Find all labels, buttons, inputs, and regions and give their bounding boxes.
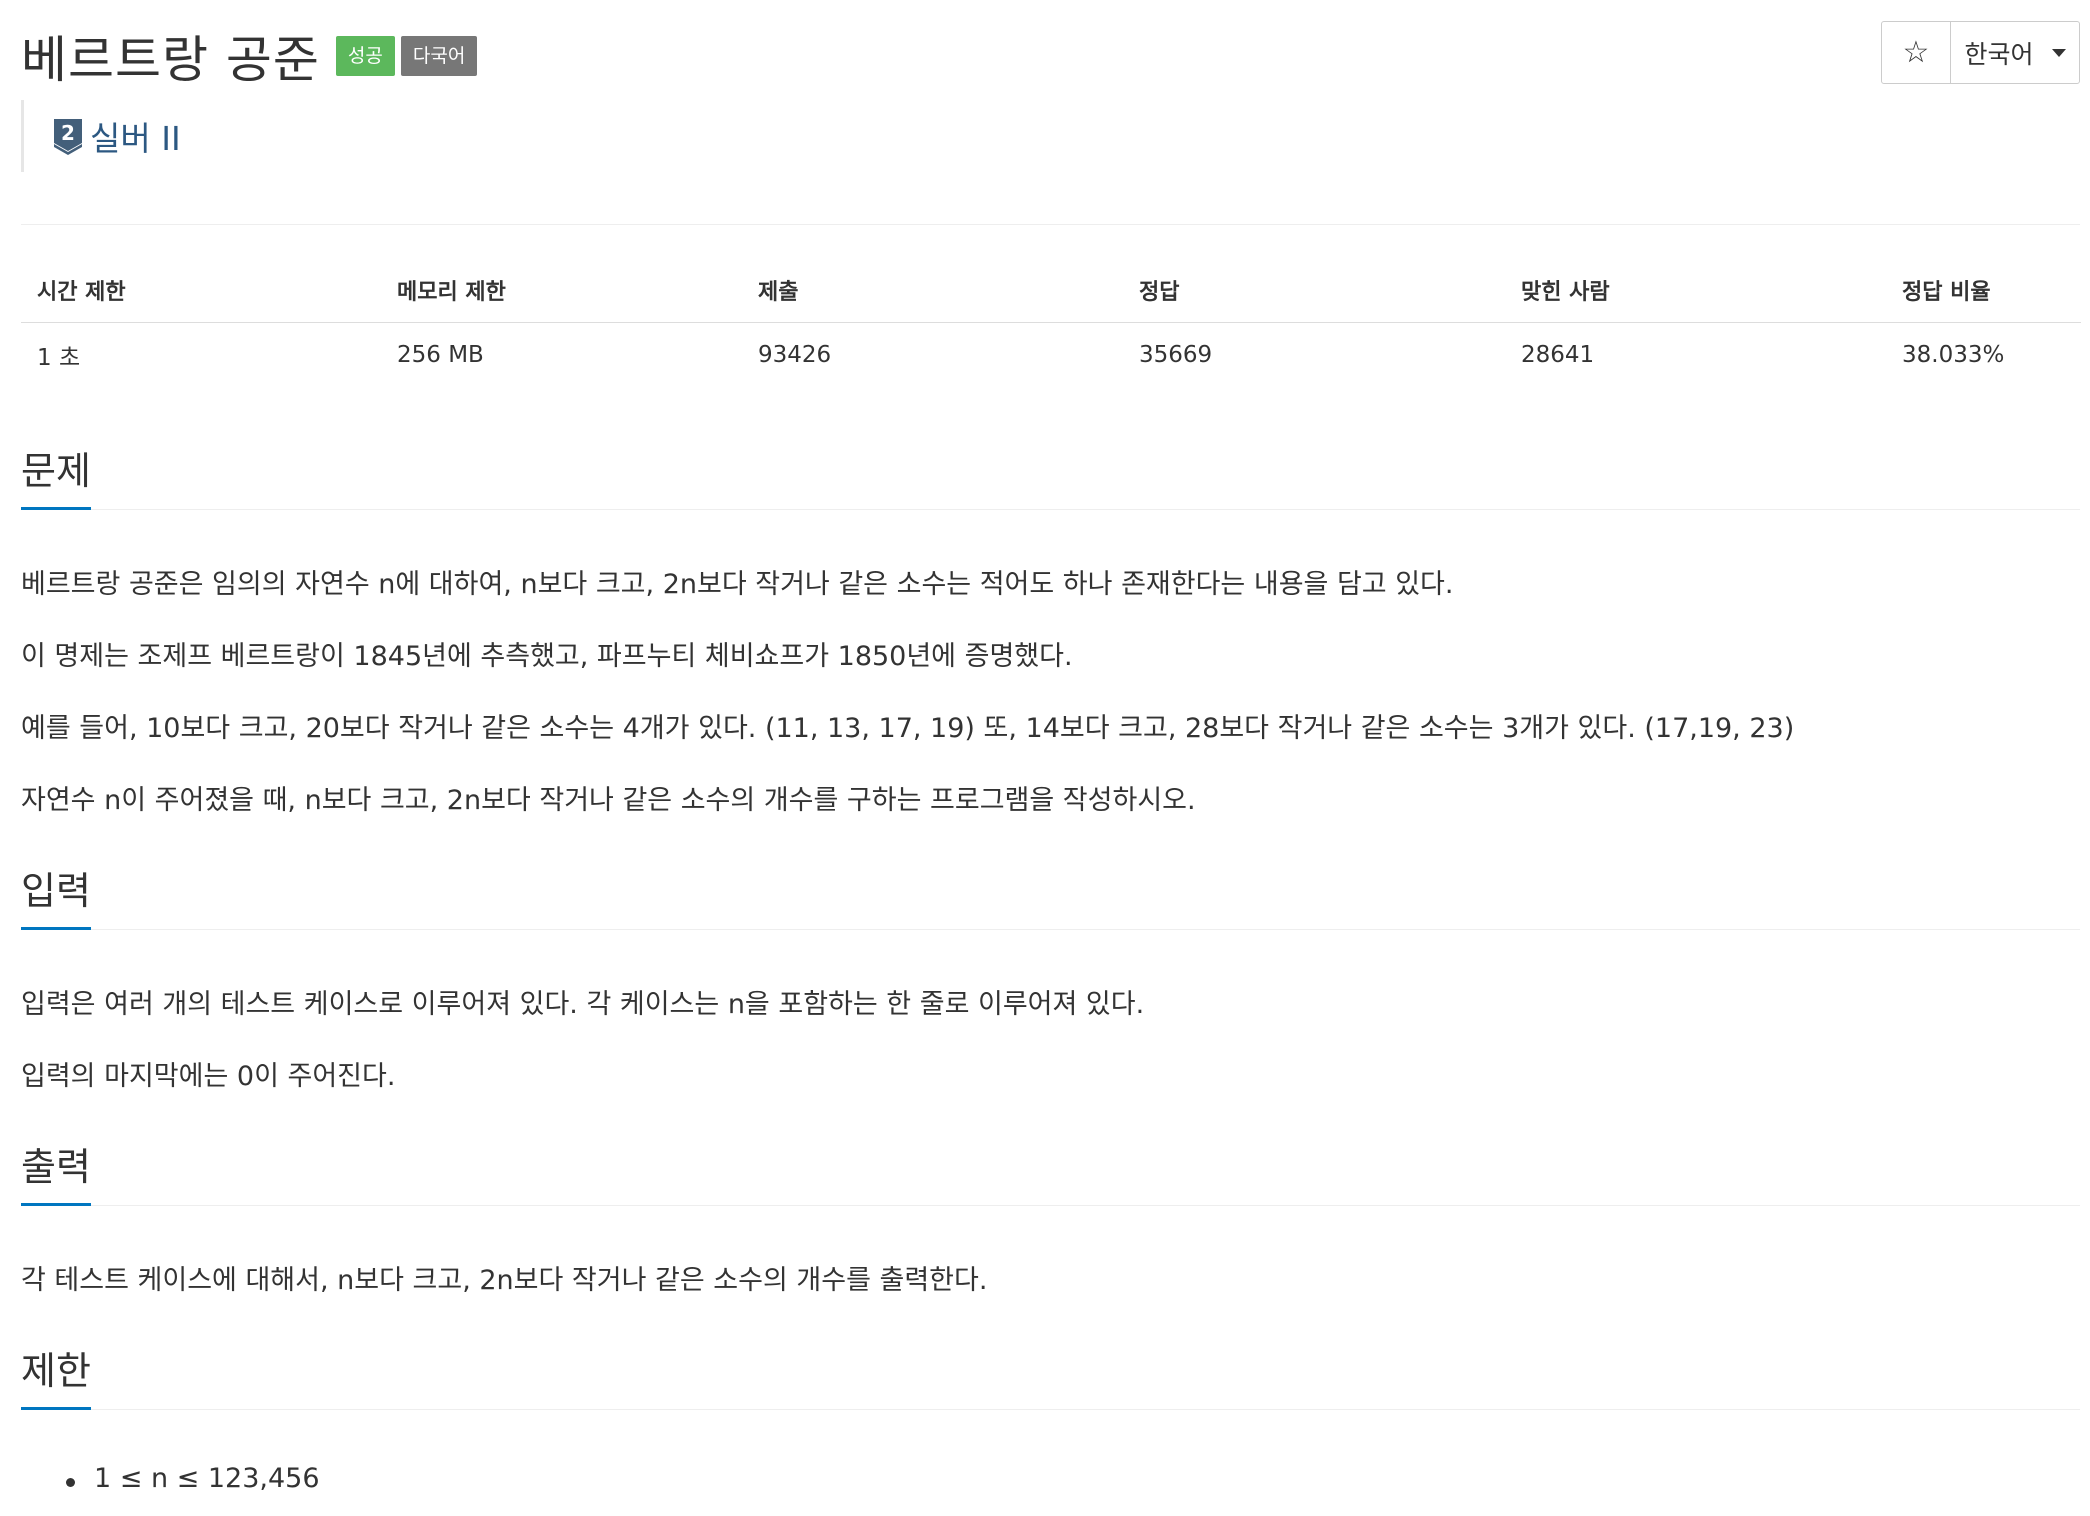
- problem-toolbar: ☆ 한국어: [1881, 21, 2080, 84]
- silver-2-tier-icon[interactable]: 2: [52, 117, 84, 155]
- header-accepted: 정답: [1123, 258, 1505, 323]
- problem-info-table: 시간 제한 메모리 제한 제출 정답 맞힌 사람 정답 비율 1 초 256 M…: [21, 258, 2081, 387]
- limit-section-title: 제한: [21, 1340, 91, 1410]
- star-icon: ☆: [1902, 35, 1930, 70]
- accept-ratio-value: 38.033%: [1902, 342, 2005, 368]
- tier-number: 2: [61, 121, 75, 145]
- limit-list-item: 1 ≤ n ≤ 123,456: [94, 1463, 320, 1494]
- problem-paragraph: 자연수 n이 주어졌을 때, n보다 크고, 2n보다 작거나 같은 소수의 개…: [21, 785, 1196, 816]
- problem-paragraph: 예를 들어, 10보다 크고, 20보다 작거나 같은 소수는 4개가 있다. …: [21, 713, 1795, 744]
- favorite-button[interactable]: ☆: [1882, 22, 1951, 83]
- input-section-title: 입력: [21, 860, 91, 930]
- status-badge-success: 성공: [335, 36, 395, 76]
- problem-paragraph: 베르트랑 공준은 임의의 자연수 n에 대하여, n보다 크고, 2n보다 작거…: [21, 569, 1454, 600]
- memory-limit-value: 256 MB: [397, 342, 484, 368]
- language-label: 한국어: [1964, 39, 2034, 69]
- header-solvers: 맞힌 사람: [1505, 258, 1886, 323]
- divider: [21, 224, 2080, 225]
- caret-down-icon: [2051, 48, 2066, 57]
- header-memory-limit: 메모리 제한: [381, 258, 742, 323]
- time-limit-value: 1 초: [37, 345, 81, 371]
- solvers-value: 28641: [1521, 342, 1595, 368]
- language-dropdown[interactable]: 한국어: [1951, 22, 2079, 83]
- header-accept-ratio: 정답 비율: [1886, 258, 2081, 323]
- badge-multilingual: 다국어: [400, 36, 478, 76]
- problem-paragraph: 이 명제는 조제프 베르트랑이 1845년에 추측했고, 파프누티 체비쇼프가 …: [21, 641, 1073, 672]
- submissions-value: 93426: [758, 342, 832, 368]
- bullet-icon: [66, 1478, 75, 1487]
- tier-label[interactable]: 실버 II: [90, 112, 181, 160]
- output-section-header: 출력: [21, 1145, 2080, 1206]
- problem-header: 베르트랑 공준 성공 다국어: [21, 16, 478, 96]
- input-paragraph: 입력의 마지막에는 0이 주어진다.: [21, 1061, 396, 1092]
- input-paragraph: 입력은 여러 개의 테스트 케이스로 이루어져 있다. 각 케이스는 n을 포함…: [21, 989, 1145, 1020]
- page-title: 베르트랑 공준: [21, 31, 320, 89]
- header-submissions: 제출: [742, 258, 1123, 323]
- problem-section-title: 문제: [21, 440, 91, 510]
- output-section-title: 출력: [21, 1136, 91, 1206]
- table-row: 1 초 256 MB 93426 35669 28641 38.033%: [21, 323, 2081, 388]
- problem-section-header: 문제: [21, 449, 2080, 510]
- accepted-value: 35669: [1139, 342, 1213, 368]
- header-time-limit: 시간 제한: [21, 258, 381, 323]
- table-header-row: 시간 제한 메모리 제한 제출 정답 맞힌 사람 정답 비율: [21, 258, 2081, 323]
- output-paragraph: 각 테스트 케이스에 대해서, n보다 크고, 2n보다 작거나 같은 소수의 …: [21, 1265, 988, 1296]
- tier-section: 2 실버 II: [21, 100, 181, 172]
- limit-section-header: 제한: [21, 1349, 2080, 1410]
- input-section-header: 입력: [21, 869, 2080, 930]
